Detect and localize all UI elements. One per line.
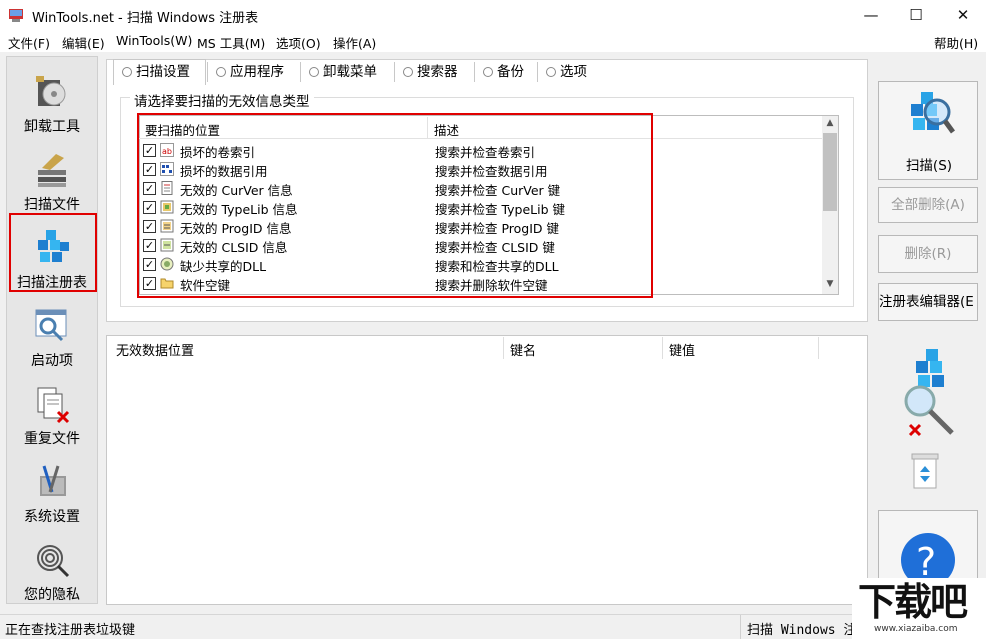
tab-options[interactable]: 选项 — [542, 61, 587, 83]
tab-applications[interactable]: 应用程序 — [212, 61, 284, 83]
tab-label: 选项 — [560, 64, 587, 80]
menu-wintools[interactable]: WinTools(W) — [116, 33, 192, 48]
tab-label: 搜索器 — [417, 64, 458, 80]
watermark-url: www.xiazaiba.com — [874, 624, 958, 634]
status-divider — [740, 615, 741, 639]
sidebar-item-label: 重复文件 — [24, 431, 80, 447]
sidebar-item-label: 启动项 — [31, 353, 73, 369]
maximize-button[interactable]: ☐ — [893, 0, 939, 30]
fingerprint-icon — [37, 545, 70, 578]
system-tools-icon — [40, 465, 66, 496]
sidebar-item-scan-files[interactable]: 扫描文件 — [8, 146, 96, 222]
tab-divider — [474, 62, 475, 82]
sidebar-item-label: 扫描文件 — [24, 197, 80, 213]
column-header-invalid-location[interactable]: 无效数据位置 — [116, 340, 194, 359]
tab-radio-icon — [122, 67, 132, 77]
scan-button[interactable]: 扫描(S) — [878, 81, 978, 180]
sidebar-item-duplicate-files[interactable]: 重复文件 — [8, 380, 96, 456]
menu-help[interactable]: 帮助(H) — [934, 33, 978, 52]
tab-divider — [207, 62, 208, 82]
delete-all-button[interactable]: 全部删除(A) — [878, 187, 978, 223]
scroll-down-icon[interactable]: ▼ — [822, 279, 838, 293]
watermark: 下载吧 www.xiazaiba.com — [852, 578, 986, 639]
column-divider — [503, 337, 504, 359]
sidebar-item-system-settings[interactable]: 系统设置 — [8, 458, 96, 534]
tab-divider — [394, 62, 395, 82]
tab-label: 应用程序 — [230, 64, 284, 80]
menu-options[interactable]: 选项(O) — [276, 33, 321, 52]
scroll-up-icon[interactable]: ▲ — [822, 118, 838, 132]
group-title: 请选择要扫描的无效信息类型 — [130, 90, 314, 110]
tab-label: 扫描设置 — [136, 64, 190, 80]
sidebar-item-label: 卸载工具 — [24, 119, 80, 135]
startup-icon — [35, 309, 67, 342]
tab-radio-icon — [309, 67, 319, 77]
scan-files-icon — [38, 154, 66, 187]
tab-uninstall-menu[interactable]: 卸载菜单 — [305, 61, 377, 83]
column-header-key-name[interactable]: 键名 — [510, 340, 536, 359]
list-highlight-box — [137, 113, 653, 298]
scan-label: 扫描(S) — [905, 158, 953, 174]
selected-item-highlight — [9, 213, 97, 292]
registry-remove-icon — [904, 349, 954, 437]
sidebar-item-label: 您的隐私 — [24, 587, 80, 603]
registry-scan-icon — [911, 92, 955, 134]
tab-scan-settings[interactable]: 扫描设置 — [118, 61, 190, 83]
tab-radio-icon — [216, 67, 226, 77]
tab-searcher[interactable]: 搜索器 — [399, 61, 458, 83]
uninstall-icon — [36, 76, 66, 106]
sidebar-item-privacy[interactable]: 您的隐私 — [8, 536, 96, 612]
column-divider — [818, 337, 819, 359]
tab-radio-icon — [483, 67, 493, 77]
status-scan-text: 扫描 Windows 注 — [747, 623, 857, 638]
sidebar-item-label: 系统设置 — [24, 509, 80, 525]
tab-backup[interactable]: 备份 — [479, 61, 524, 83]
tab-divider — [537, 62, 538, 82]
sidebar-item-startup[interactable]: 启动项 — [8, 302, 96, 378]
tab-label: 备份 — [497, 64, 524, 80]
duplicate-files-icon — [37, 387, 70, 424]
recycle-bin-icon — [911, 453, 939, 489]
tab-divider — [300, 62, 301, 82]
watermark-brand: 下载吧 — [858, 580, 968, 624]
sidebar-item-uninstall[interactable]: 卸载工具 — [8, 68, 96, 144]
menu-file[interactable]: 文件(F) — [8, 33, 50, 52]
minimize-button[interactable]: — — [848, 0, 894, 30]
scrollbar-thumb[interactable] — [823, 133, 837, 211]
window-title: WinTools.net - 扫描 Windows 注册表 — [32, 11, 259, 26]
tab-label: 卸载菜单 — [323, 64, 377, 80]
registry-editor-button[interactable]: 注册表编辑器(E — [878, 283, 978, 321]
app-icon — [9, 9, 23, 22]
menu-ms-tools[interactable]: MS 工具(M) — [197, 33, 265, 52]
menu-action[interactable]: 操作(A) — [333, 33, 376, 52]
column-header-key-value[interactable]: 键值 — [669, 340, 695, 359]
menu-edit[interactable]: 编辑(E) — [62, 33, 105, 52]
results-list — [106, 335, 868, 605]
tab-radio-icon — [546, 67, 556, 77]
tab-radio-icon — [403, 67, 413, 77]
column-divider — [662, 337, 663, 359]
delete-button[interactable]: 删除(R) — [878, 235, 978, 273]
status-text: 正在查找注册表垃圾键 — [5, 623, 136, 638]
close-button[interactable]: ✕ — [940, 0, 986, 30]
